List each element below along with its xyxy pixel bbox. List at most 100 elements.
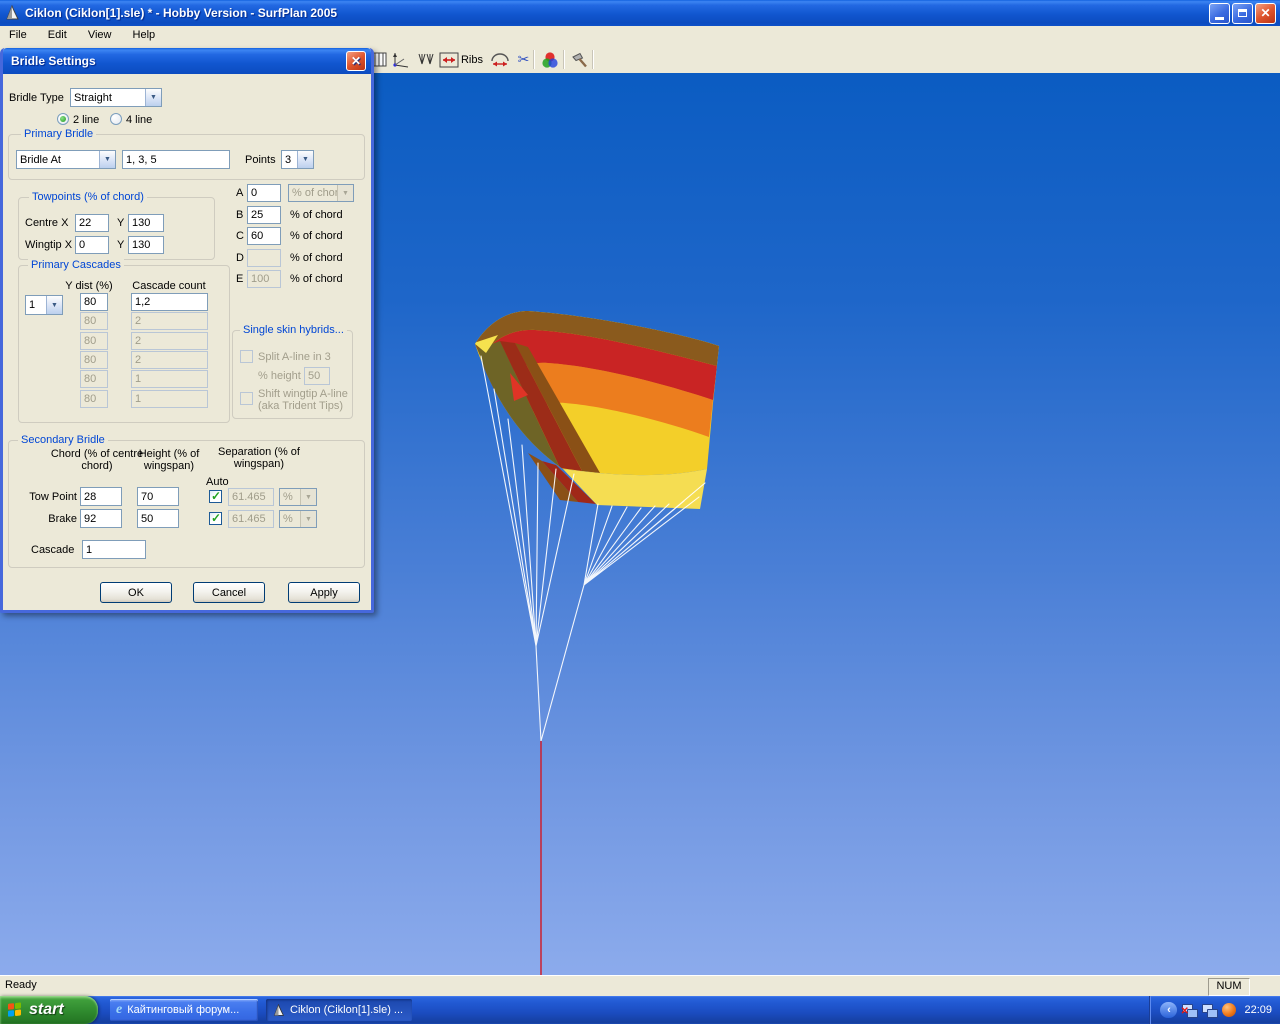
primary-cascades-group-label: Primary Cascades	[28, 259, 124, 271]
brake-auto-checkbox[interactable]	[209, 512, 222, 525]
network-error-icon[interactable]: ✕	[1182, 1004, 1197, 1017]
chord-c-label: C	[236, 230, 244, 242]
radio-2line-label: 2 line	[73, 114, 99, 126]
minimize-button[interactable]	[1209, 3, 1230, 24]
cascade-label: Cascade	[31, 544, 74, 556]
menu-help[interactable]: Help	[124, 26, 165, 46]
ie-icon: e	[116, 1002, 122, 1018]
chord-a-input[interactable]	[247, 184, 281, 202]
span-arc-icon[interactable]	[488, 49, 511, 70]
ydist-column-header: Y dist (%)	[58, 280, 120, 292]
chord-b-label: B	[236, 209, 243, 221]
tools-icon[interactable]	[568, 49, 591, 70]
tow-unit-select: %▼	[279, 488, 317, 506]
chord-d-input	[247, 249, 281, 267]
count-input-2	[131, 312, 208, 330]
split-a-line-label: Split A-line in 3	[258, 351, 331, 363]
chord-a-label: A	[236, 187, 243, 199]
ribs-icon[interactable]: Ribs	[458, 49, 486, 70]
wingtip-x-input[interactable]	[75, 236, 109, 254]
ydist-input-6	[80, 390, 108, 408]
height-input	[304, 367, 330, 385]
tow-chord-input[interactable]	[80, 487, 122, 506]
clock: 22:09	[1244, 1004, 1272, 1016]
chord-a-unit-select: % of chord▼	[288, 184, 354, 202]
bridle-at-input[interactable]	[122, 150, 230, 169]
wingtip-y-input[interactable]	[128, 236, 164, 254]
bridle-at-select[interactable]: Bridle At▼	[16, 150, 116, 169]
apply-button[interactable]: Apply	[288, 582, 360, 603]
menu-file[interactable]: File	[0, 26, 36, 46]
ydist-input-1[interactable]	[80, 293, 108, 311]
dialog-title: Bridle Settings	[11, 54, 96, 68]
taskbar-item-browser[interactable]: e Кайтинговый форум...	[110, 999, 258, 1021]
chord-c-input[interactable]	[247, 227, 281, 245]
tow-auto-checkbox[interactable]	[209, 490, 222, 503]
menu-view[interactable]: View	[79, 26, 121, 46]
points-select[interactable]: 3▼	[281, 150, 314, 169]
chord-d-unit: % of chord	[290, 252, 343, 264]
dialog-close-button[interactable]: ✕	[346, 51, 366, 71]
count-input-4	[131, 351, 208, 369]
num-lock-indicator: NUM	[1208, 978, 1250, 996]
bridle-settings-dialog: Bridle Settings ✕ Bridle Type Straight▼ …	[0, 48, 374, 613]
ydist-input-2	[80, 312, 108, 330]
primary-bridle-group-label: Primary Bridle	[21, 128, 96, 140]
shift-wingtip-checkbox	[240, 392, 253, 405]
centre-y-input[interactable]	[128, 214, 164, 232]
chevron-down-icon: ▼	[145, 89, 161, 106]
towpoints-group-label: Towpoints (% of chord)	[29, 191, 147, 203]
chevron-down-icon: ▼	[99, 151, 115, 168]
centre-label: Centre X	[25, 217, 68, 229]
orange-app-icon[interactable]	[1222, 1003, 1236, 1017]
chord-c-unit: % of chord	[290, 230, 343, 242]
brake-label: Brake	[21, 513, 77, 525]
dialog-titlebar[interactable]: Bridle Settings ✕	[3, 48, 371, 74]
menu-edit[interactable]: Edit	[39, 26, 76, 46]
start-button[interactable]: start	[0, 996, 98, 1024]
count-input-1[interactable]	[131, 293, 208, 311]
bridle-type-select[interactable]: Straight▼	[70, 88, 162, 107]
restore-button[interactable]	[1232, 3, 1253, 24]
tow-height-input[interactable]	[137, 487, 179, 506]
ydist-input-5	[80, 370, 108, 388]
brake-height-input[interactable]	[137, 509, 179, 528]
network-icon[interactable]	[1202, 1004, 1217, 1017]
cascade-input[interactable]	[82, 540, 146, 559]
chord-e-unit: % of chord	[290, 273, 343, 285]
cascade-level-select[interactable]: 1▼	[25, 295, 63, 315]
window-title: Ciklon (Ciklon[1].sle) * - Hobby Version…	[25, 6, 337, 20]
window-titlebar[interactable]: Ciklon (Ciklon[1].sle) * - Hobby Version…	[0, 0, 1280, 26]
scissors-icon[interactable]: ✂	[512, 49, 535, 70]
bridle-lines-icon[interactable]	[413, 49, 436, 70]
statusbar: Ready NUM	[0, 975, 1280, 996]
menubar: File Edit View Help	[0, 26, 1280, 46]
plot-axes-icon[interactable]	[388, 49, 411, 70]
radio-2line[interactable]	[57, 113, 69, 125]
chord-b-unit: % of chord	[290, 209, 343, 221]
taskbar: start e Кайтинговый форум... Ciklon (Cik…	[0, 996, 1280, 1024]
taskbar-item-surfplan[interactable]: Ciklon (Ciklon[1].sle) ...	[266, 999, 412, 1021]
height-label: % height	[258, 370, 301, 382]
chevron-down-icon: ▼	[297, 151, 313, 168]
surfplan-icon	[272, 1004, 285, 1017]
cancel-button[interactable]: Cancel	[193, 582, 265, 603]
height-column-header: Height (% of wingspan)	[131, 448, 207, 472]
desktop: Ciklon (Ciklon[1].sle) * - Hobby Version…	[0, 0, 1280, 1024]
centre-x-input[interactable]	[75, 214, 109, 232]
ok-button[interactable]: OK	[100, 582, 172, 603]
hide-icons-chevron[interactable]: ‹	[1160, 1002, 1177, 1018]
close-button[interactable]: ✕	[1255, 3, 1276, 24]
chord-b-input[interactable]	[247, 206, 281, 224]
kite-canopy	[440, 293, 740, 493]
chord-e-input	[247, 270, 281, 288]
windows-flag-icon	[8, 1002, 23, 1018]
colors-icon[interactable]	[538, 49, 561, 70]
chevron-down-icon: ▼	[300, 511, 316, 527]
width-arrows-icon[interactable]	[437, 49, 460, 70]
radio-4line[interactable]	[110, 113, 122, 125]
split-a-line-checkbox	[240, 350, 253, 363]
auto-label: Auto	[206, 476, 229, 488]
brake-chord-input[interactable]	[80, 509, 122, 528]
count-input-6	[131, 390, 208, 408]
